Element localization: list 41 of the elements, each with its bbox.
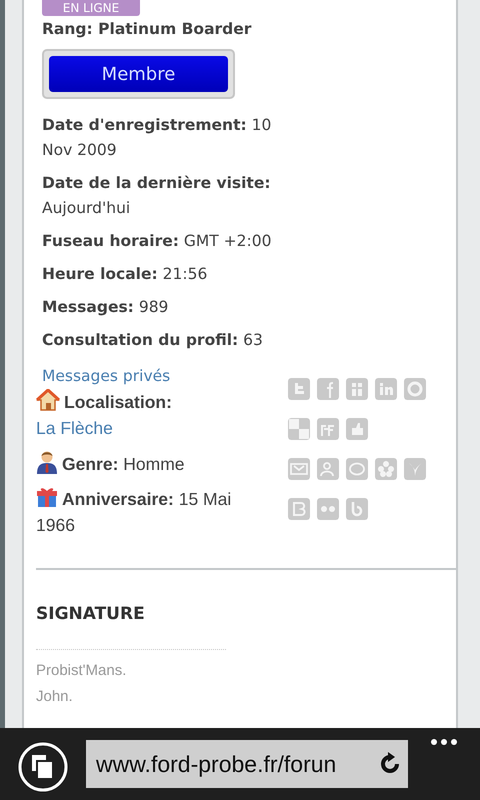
profile-info-text: Heure locale: 21:56 bbox=[42, 264, 208, 286]
social-icon[interactable] bbox=[375, 458, 397, 480]
signature-line: Probist'Mans. bbox=[36, 661, 128, 681]
social-icon[interactable] bbox=[404, 458, 426, 480]
social-icon[interactable] bbox=[375, 378, 397, 400]
house-icon bbox=[36, 388, 60, 410]
more-icon[interactable] bbox=[430, 738, 458, 746]
profile-info-text: Date d'enregistrement: 10 Nov 2009 bbox=[42, 115, 272, 162]
gift-icon bbox=[36, 486, 58, 508]
member-badge: Membre bbox=[49, 56, 228, 92]
social-icon[interactable] bbox=[404, 378, 426, 400]
location-link[interactable]: La Flèche bbox=[36, 418, 113, 438]
profile-field: Genre: Homme bbox=[36, 450, 185, 476]
profile-field: Anniversaire: 15 Mai 1966 bbox=[36, 486, 241, 538]
person-icon bbox=[36, 450, 58, 474]
url-text: www.ford-probe.fr/forun bbox=[96, 750, 336, 779]
social-icon[interactable] bbox=[346, 418, 368, 440]
social-icon[interactable] bbox=[288, 458, 310, 480]
signature-line: John. bbox=[36, 687, 74, 707]
refresh-icon[interactable] bbox=[378, 752, 402, 776]
signature-heading: SIGNATURE bbox=[36, 602, 146, 626]
profile-info-text: Messages: 989 bbox=[42, 297, 170, 318]
social-icon[interactable] bbox=[288, 378, 310, 400]
social-icon[interactable] bbox=[288, 498, 310, 520]
profile-info-text: Fuseau horaire: GMT +2:00 bbox=[42, 231, 272, 252]
social-icon[interactable] bbox=[317, 378, 339, 400]
social-icon[interactable] bbox=[317, 418, 339, 440]
tabs-icon[interactable] bbox=[18, 742, 68, 792]
status-badge: EN LIGNE bbox=[42, 0, 140, 16]
social-icon[interactable] bbox=[346, 458, 368, 480]
social-icon[interactable] bbox=[288, 418, 310, 440]
social-icon[interactable] bbox=[317, 498, 339, 520]
profile-info-text: Date de la dernière visite: Aujourd'hui bbox=[42, 173, 272, 220]
social-icon[interactable] bbox=[317, 458, 339, 480]
private-messages-link[interactable]: Messages privés bbox=[42, 365, 241, 388]
profile-field: Localisation: La Flèche bbox=[36, 388, 241, 440]
social-icon[interactable] bbox=[346, 378, 368, 400]
profile-info-text: Consultation du profil: 63 bbox=[42, 330, 264, 352]
social-icon[interactable] bbox=[346, 498, 368, 520]
address-bar[interactable]: www.ford-probe.fr/forun bbox=[86, 740, 408, 788]
rank-text: Rang: Platinum Boarder bbox=[42, 19, 252, 40]
